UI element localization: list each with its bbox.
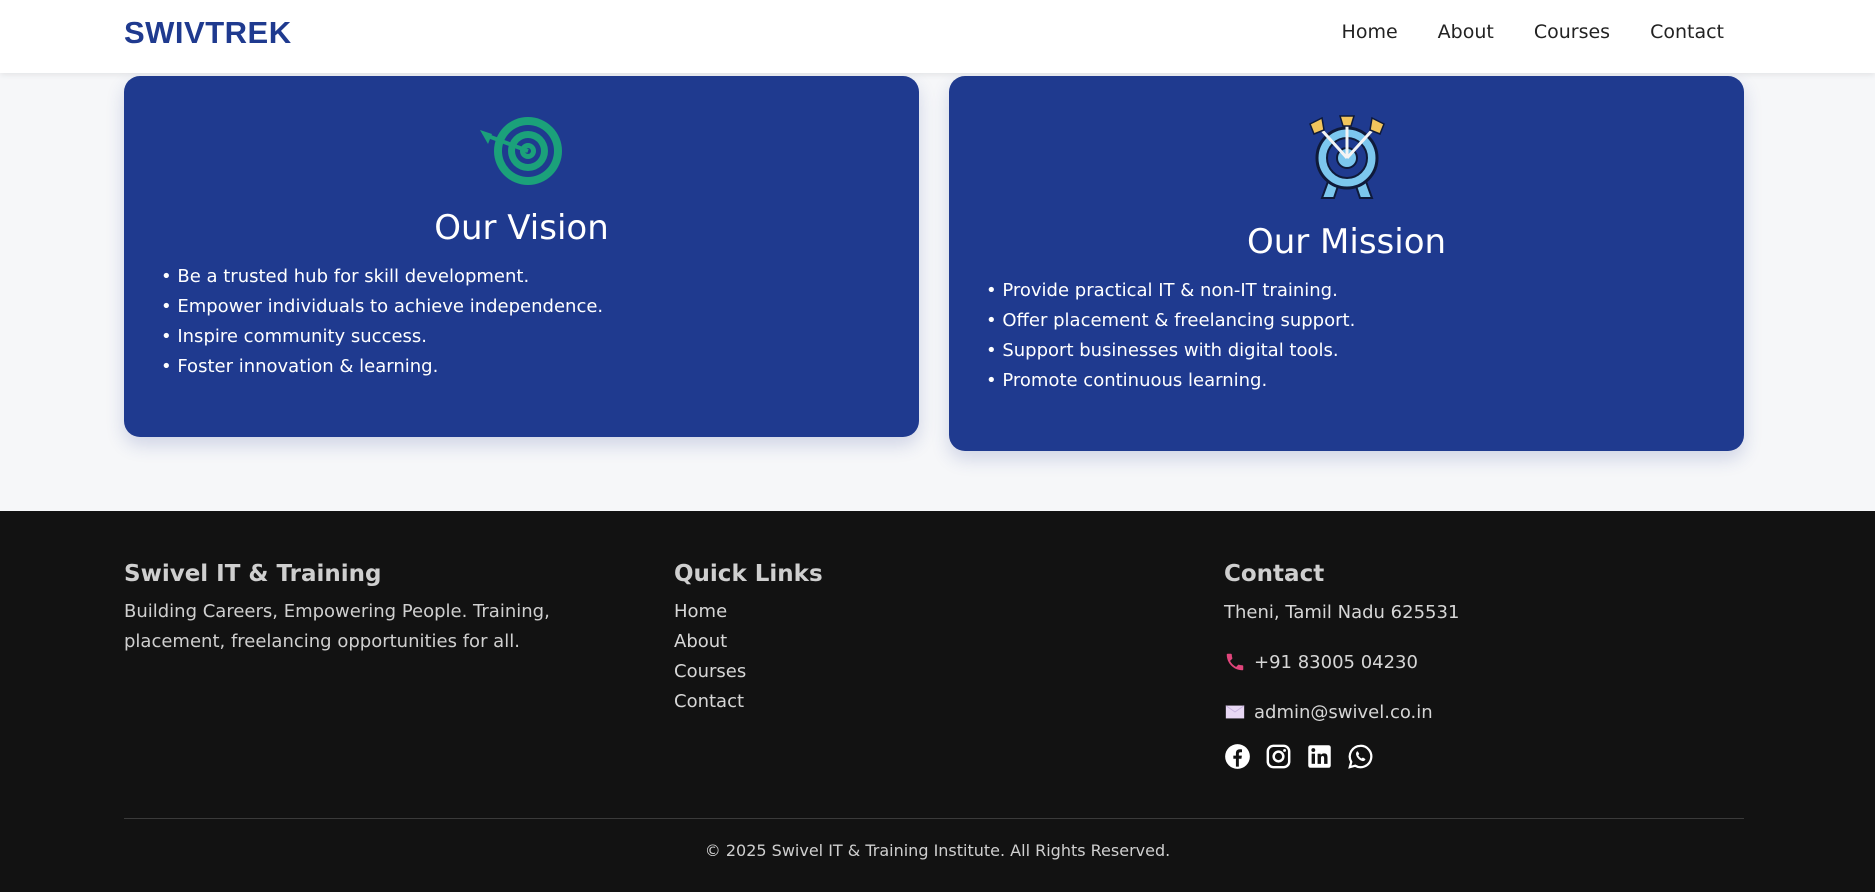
list-item: Inspire community success. <box>161 322 603 352</box>
contact-email[interactable]: admin@swivel.co.in <box>1224 697 1459 727</box>
mission-card: Our Mission Provide practical IT & non-I… <box>949 76 1744 451</box>
list-item: Provide practical IT & non-IT training. <box>986 276 1355 306</box>
contact-phone[interactable]: +91 83005 04230 <box>1224 647 1459 677</box>
instagram-icon[interactable] <box>1265 743 1292 770</box>
phone-text: +91 83005 04230 <box>1254 651 1418 673</box>
vision-list: Be a trusted hub for skill development. … <box>161 262 603 382</box>
footer-quick-links: Quick Links Home About Courses Contact <box>674 561 823 717</box>
list-item: Foster innovation & learning. <box>161 352 603 382</box>
site-footer: Swivel IT & Training Building Careers, E… <box>0 511 1875 892</box>
nav-contact-link[interactable]: Contact <box>1650 21 1724 43</box>
footer-about-description: Building Careers, Empowering People. Tra… <box>124 601 550 652</box>
footer-link-home[interactable]: Home <box>674 597 823 627</box>
facebook-icon[interactable] <box>1224 743 1251 770</box>
whatsapp-icon[interactable] <box>1347 743 1374 770</box>
target-icon <box>479 117 562 185</box>
main-nav: Home About Courses Contact <box>1342 21 1724 43</box>
list-item: Promote continuous learning. <box>986 366 1355 396</box>
email-text: admin@swivel.co.in <box>1254 701 1433 723</box>
social-links <box>1224 743 1459 770</box>
footer-contact-title: Contact <box>1224 561 1325 587</box>
nav-courses-link[interactable]: Courses <box>1534 21 1610 43</box>
linkedin-icon[interactable] <box>1306 743 1333 770</box>
address-text: Theni, Tamil Nadu 625531 <box>1224 601 1460 623</box>
list-item: Support businesses with digital tools. <box>986 336 1355 366</box>
footer-links-title: Quick Links <box>674 561 823 587</box>
copyright-text: © 2025 Swivel IT & Training Institute. A… <box>704 841 1171 860</box>
mission-title: Our Mission <box>1246 222 1447 262</box>
footer-about-title: Swivel IT & Training <box>124 561 382 587</box>
nav-home-link[interactable]: Home <box>1342 21 1398 43</box>
site-header: SWIVTREK Home About Courses Contact <box>0 0 1875 73</box>
nav-about-link[interactable]: About <box>1438 21 1494 43</box>
footer-link-courses[interactable]: Courses <box>674 657 823 687</box>
contact-address: Theni, Tamil Nadu 625531 <box>1224 597 1459 627</box>
archery-target-icon <box>1308 115 1385 199</box>
vision-card: Our Vision Be a trusted hub for skill de… <box>124 76 919 437</box>
list-item: Offer placement & freelancing support. <box>986 306 1355 336</box>
footer-about: Swivel IT & Training Building Careers, E… <box>124 561 594 657</box>
list-item: Be a trusted hub for skill development. <box>161 262 603 292</box>
footer-divider <box>124 818 1744 819</box>
envelope-icon <box>1225 705 1245 719</box>
brand-logo[interactable]: SWIVTREK <box>124 15 292 51</box>
footer-link-about[interactable]: About <box>674 627 823 657</box>
phone-icon <box>1226 653 1244 671</box>
list-item: Empower individuals to achieve independe… <box>161 292 603 322</box>
footer-link-contact[interactable]: Contact <box>674 687 823 717</box>
mission-list: Provide practical IT & non-IT training. … <box>986 276 1355 396</box>
footer-contact: Contact Theni, Tamil Nadu 625531 +91 830… <box>1224 561 1459 770</box>
vision-title: Our Vision <box>434 208 609 248</box>
